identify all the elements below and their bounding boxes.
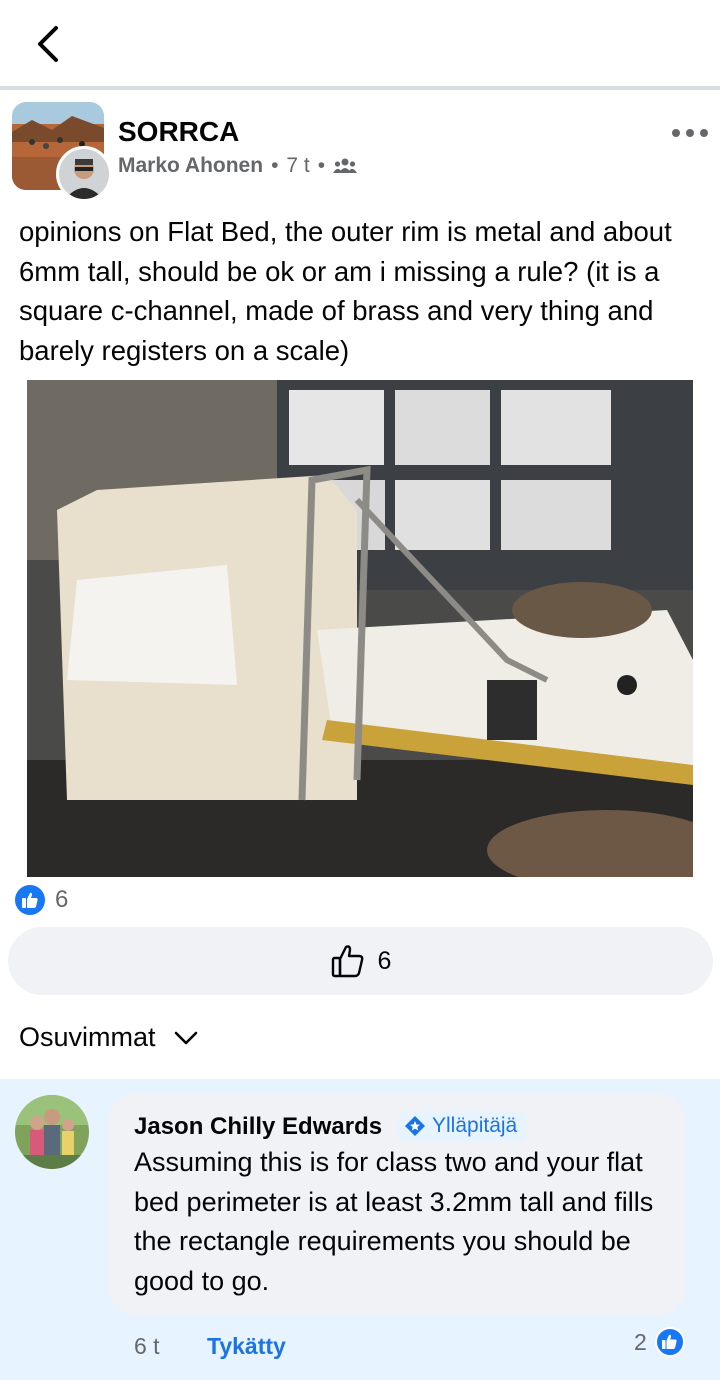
post-header: SORRCA Marko Ahonen • 7 t • <box>0 96 720 206</box>
chevron-left-icon[interactable] <box>30 22 70 66</box>
more-dots-icon[interactable] <box>670 126 710 140</box>
post-photo[interactable] <box>27 380 693 877</box>
commenter-avatar[interactable] <box>15 1095 89 1169</box>
comment-like-count: 2 <box>634 1328 647 1355</box>
comment-item: Jason Chilly Edwards Ylläpitäjä Assuming… <box>0 1079 720 1380</box>
meta-separator: • <box>271 154 279 177</box>
top-bar <box>0 0 720 86</box>
sort-label: Osuvimmat <box>19 1022 156 1052</box>
comment-actions: 6 t Tykätty 2 <box>0 1327 720 1363</box>
admin-badge-label: Ylläpitäjä <box>432 1114 518 1137</box>
admin-badge: Ylläpitäjä <box>398 1111 528 1141</box>
like-reaction-icon <box>15 885 45 915</box>
comment-sort-dropdown[interactable]: Osuvimmat <box>19 1022 198 1053</box>
comment-bubble: Jason Chilly Edwards Ylläpitäjä Assuming… <box>108 1093 686 1316</box>
comment-reactions[interactable]: 2 <box>634 1327 685 1357</box>
author-avatar[interactable] <box>56 146 112 202</box>
comment-text: Assuming this is for class two and your … <box>134 1147 654 1296</box>
divider <box>0 86 720 90</box>
like-reaction-icon <box>654 1327 685 1357</box>
reaction-summary[interactable]: 6 <box>15 885 68 915</box>
commenter-name[interactable]: Jason Chilly Edwards <box>134 1113 382 1141</box>
liked-button[interactable]: Tykätty <box>207 1333 286 1360</box>
like-button[interactable]: 6 <box>8 927 713 995</box>
group-name[interactable]: SORRCA <box>118 116 239 148</box>
meta-separator: • <box>317 154 326 177</box>
post-text: opinions on Flat Bed, the outer rim is m… <box>19 216 672 366</box>
post-author[interactable]: Marko Ahonen <box>118 154 263 178</box>
reaction-count: 6 <box>55 886 69 913</box>
admin-shield-icon <box>405 1116 425 1136</box>
post-time[interactable]: 7 t <box>286 154 309 178</box>
group-members-icon <box>333 158 358 173</box>
thumbs-up-icon <box>331 945 363 978</box>
comment-time[interactable]: 6 t <box>134 1333 160 1360</box>
post-meta: Marko Ahonen • 7 t • <box>118 154 358 178</box>
chevron-down-icon <box>174 1031 197 1044</box>
like-button-count: 6 <box>377 946 392 975</box>
